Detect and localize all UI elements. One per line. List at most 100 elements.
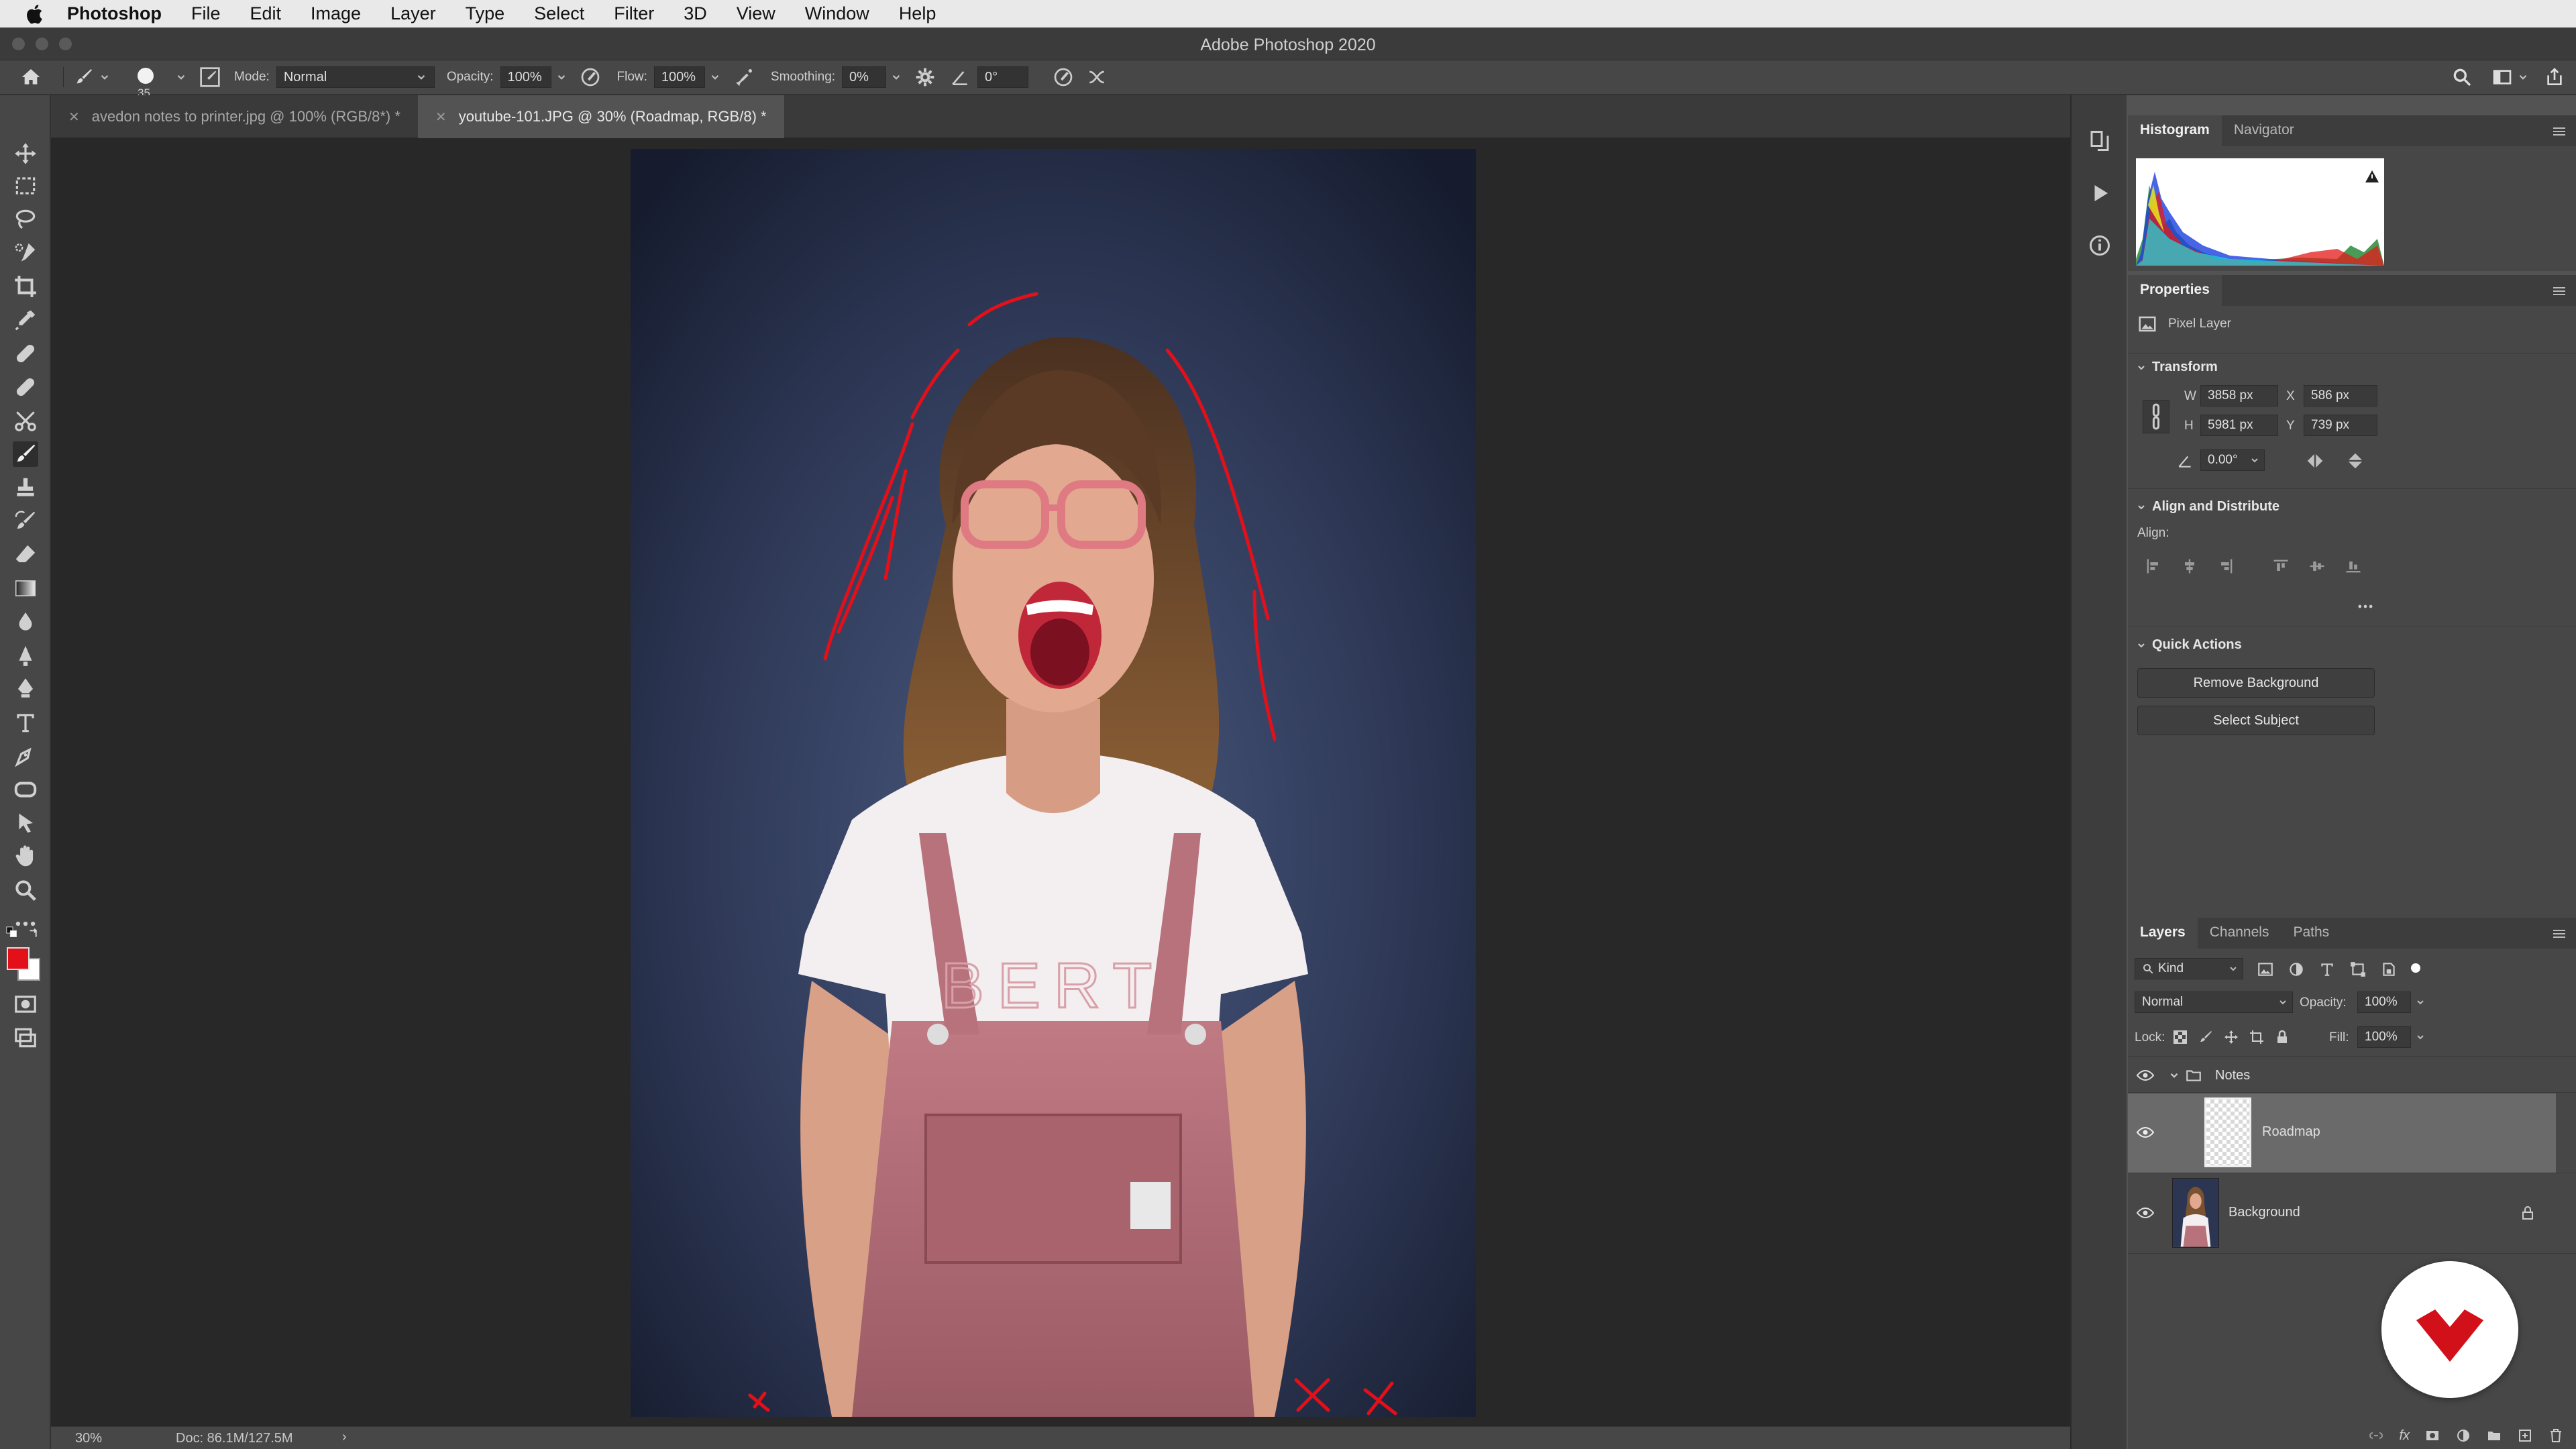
lock-artboard-icon[interactable] [2249, 1029, 2265, 1045]
menu-view[interactable]: View [737, 3, 775, 24]
trash-icon[interactable] [2548, 1428, 2564, 1444]
blur-tool[interactable] [13, 609, 38, 635]
document-tab[interactable]: ✕ avedon notes to printer.jpg @ 100% (RG… [51, 95, 418, 138]
tab-layers[interactable]: Layers [2128, 918, 2198, 949]
hand-tool[interactable] [13, 844, 38, 869]
zoom-level[interactable]: 30% [75, 1431, 102, 1446]
pen-tool[interactable] [13, 676, 38, 702]
flip-vertical-icon[interactable] [2345, 451, 2365, 471]
eye-icon[interactable] [2136, 1069, 2155, 1082]
rotation-field[interactable]: 0.00° [2200, 449, 2265, 471]
x-field[interactable]: 586 px [2304, 385, 2377, 407]
height-field[interactable]: 5981 px [2200, 415, 2278, 436]
path-selection-tool[interactable] [13, 743, 38, 769]
layer-row[interactable]: Background [2128, 1174, 2557, 1253]
mode-select[interactable]: Normal [276, 66, 435, 88]
gradient-tool[interactable] [13, 576, 38, 601]
layer-opacity-field[interactable]: 100% [2357, 991, 2411, 1013]
quick-mask-tool[interactable] [13, 991, 38, 1017]
tab-navigator[interactable]: Navigator [2222, 115, 2306, 146]
shape-tool[interactable] [13, 777, 38, 802]
tab-properties[interactable]: Properties [2128, 275, 2222, 306]
healing-brush-tool[interactable] [13, 341, 38, 366]
angle-input[interactable]: 0° [977, 66, 1029, 88]
filter-smart-object-icon[interactable] [2380, 961, 2398, 978]
lock-icon[interactable] [2520, 1205, 2536, 1221]
menu-photoshop[interactable]: Photoshop [67, 3, 162, 24]
fx-icon[interactable]: fx [2399, 1428, 2410, 1444]
eye-icon[interactable] [2136, 1126, 2155, 1139]
menu-type[interactable]: Type [466, 3, 505, 24]
align-left-edges-icon[interactable] [2144, 557, 2163, 576]
close-icon[interactable]: ✕ [68, 109, 80, 125]
menu-layer[interactable]: Layer [390, 3, 436, 24]
align-right-edges-icon[interactable] [2216, 557, 2235, 576]
align-top-edges-icon[interactable] [2271, 557, 2290, 576]
crop-tool[interactable] [13, 274, 38, 299]
marquee-tool[interactable] [13, 173, 38, 199]
close-icon[interactable]: ✕ [435, 109, 447, 125]
smoothing-input[interactable]: 0% [842, 66, 887, 88]
lasso-tool[interactable] [13, 207, 38, 232]
eye-icon[interactable] [2136, 1206, 2155, 1220]
menu-select[interactable]: Select [534, 3, 584, 24]
pressure-size-icon[interactable] [1053, 66, 1074, 88]
brush-preview[interactable] [138, 68, 154, 84]
layer-group-row[interactable]: Notes [2128, 1059, 2557, 1092]
home-icon[interactable] [20, 66, 42, 88]
gear-icon[interactable] [914, 66, 936, 88]
adjustment-layer-icon[interactable] [2455, 1428, 2471, 1444]
chevron-down-icon[interactable] [99, 71, 111, 83]
lock-position-icon[interactable] [2223, 1029, 2239, 1045]
chevron-down-icon[interactable] [709, 71, 721, 83]
menu-edit[interactable]: Edit [250, 3, 282, 24]
panel-menu-icon[interactable] [2552, 286, 2567, 297]
menu-image[interactable]: Image [311, 3, 361, 24]
search-icon[interactable] [2451, 66, 2473, 88]
quick-selection-tool[interactable] [13, 240, 38, 266]
chevron-down-icon[interactable] [2168, 1069, 2180, 1081]
quick-actions-section-header[interactable]: Quick Actions [2128, 637, 2242, 653]
blend-mode-select[interactable]: Normal [2135, 991, 2293, 1013]
lock-transparent-icon[interactable] [2172, 1029, 2188, 1045]
remove-background-button[interactable]: Remove Background [2137, 668, 2375, 698]
menu-window[interactable]: Window [805, 3, 869, 24]
opacity-input[interactable]: 100% [500, 66, 551, 88]
canvas-area[interactable]: BERT [51, 138, 2070, 1426]
new-layer-icon[interactable] [2517, 1428, 2533, 1444]
eyedropper-tool[interactable] [13, 307, 38, 333]
screen-mode-tool[interactable] [13, 1025, 38, 1051]
layer-name-background[interactable]: Background [2229, 1205, 2300, 1220]
menu-help[interactable]: Help [899, 3, 936, 24]
move-tool[interactable] [13, 141, 38, 166]
menu-3d[interactable]: 3D [684, 3, 707, 24]
chevron-down-icon[interactable] [2415, 997, 2426, 1008]
new-group-icon[interactable] [2486, 1428, 2502, 1444]
clone-tool[interactable] [13, 408, 38, 433]
pressure-opacity-icon[interactable] [580, 66, 601, 88]
filter-shape-icon[interactable] [2349, 961, 2367, 978]
chevron-down-icon[interactable] [2415, 1032, 2426, 1042]
history-panel-icon[interactable] [2088, 129, 2112, 153]
foreground-color-swatch[interactable] [7, 947, 30, 970]
document-tab-active[interactable]: ✕ youtube-101.JPG @ 30% (Roadmap, RGB/8)… [417, 95, 784, 138]
stamp-tool[interactable] [13, 475, 38, 500]
brush-tool-2[interactable] [13, 374, 38, 400]
brush-tool-active[interactable] [13, 441, 38, 467]
swap-colors-icon[interactable] [27, 926, 42, 941]
menu-file[interactable]: File [191, 3, 221, 24]
align-horizontal-centers-icon[interactable] [2180, 557, 2199, 576]
link-layers-icon[interactable] [2368, 1428, 2384, 1444]
link-icon[interactable] [2143, 400, 2169, 433]
filter-toggle[interactable] [2411, 963, 2420, 973]
filter-pixel-icon[interactable] [2257, 961, 2274, 978]
dodge-tool[interactable] [13, 643, 38, 668]
flip-horizontal-icon[interactable] [2305, 451, 2325, 471]
play-actions-icon[interactable] [2088, 181, 2112, 205]
tab-histogram[interactable]: Histogram [2128, 115, 2222, 146]
chevron-down-icon[interactable] [890, 71, 902, 83]
history-brush-tool[interactable] [13, 508, 38, 534]
align-section-header[interactable]: Align and Distribute [2128, 499, 2279, 515]
select-subject-button[interactable]: Select Subject [2137, 706, 2375, 735]
panel-menu-icon[interactable] [2552, 126, 2567, 137]
